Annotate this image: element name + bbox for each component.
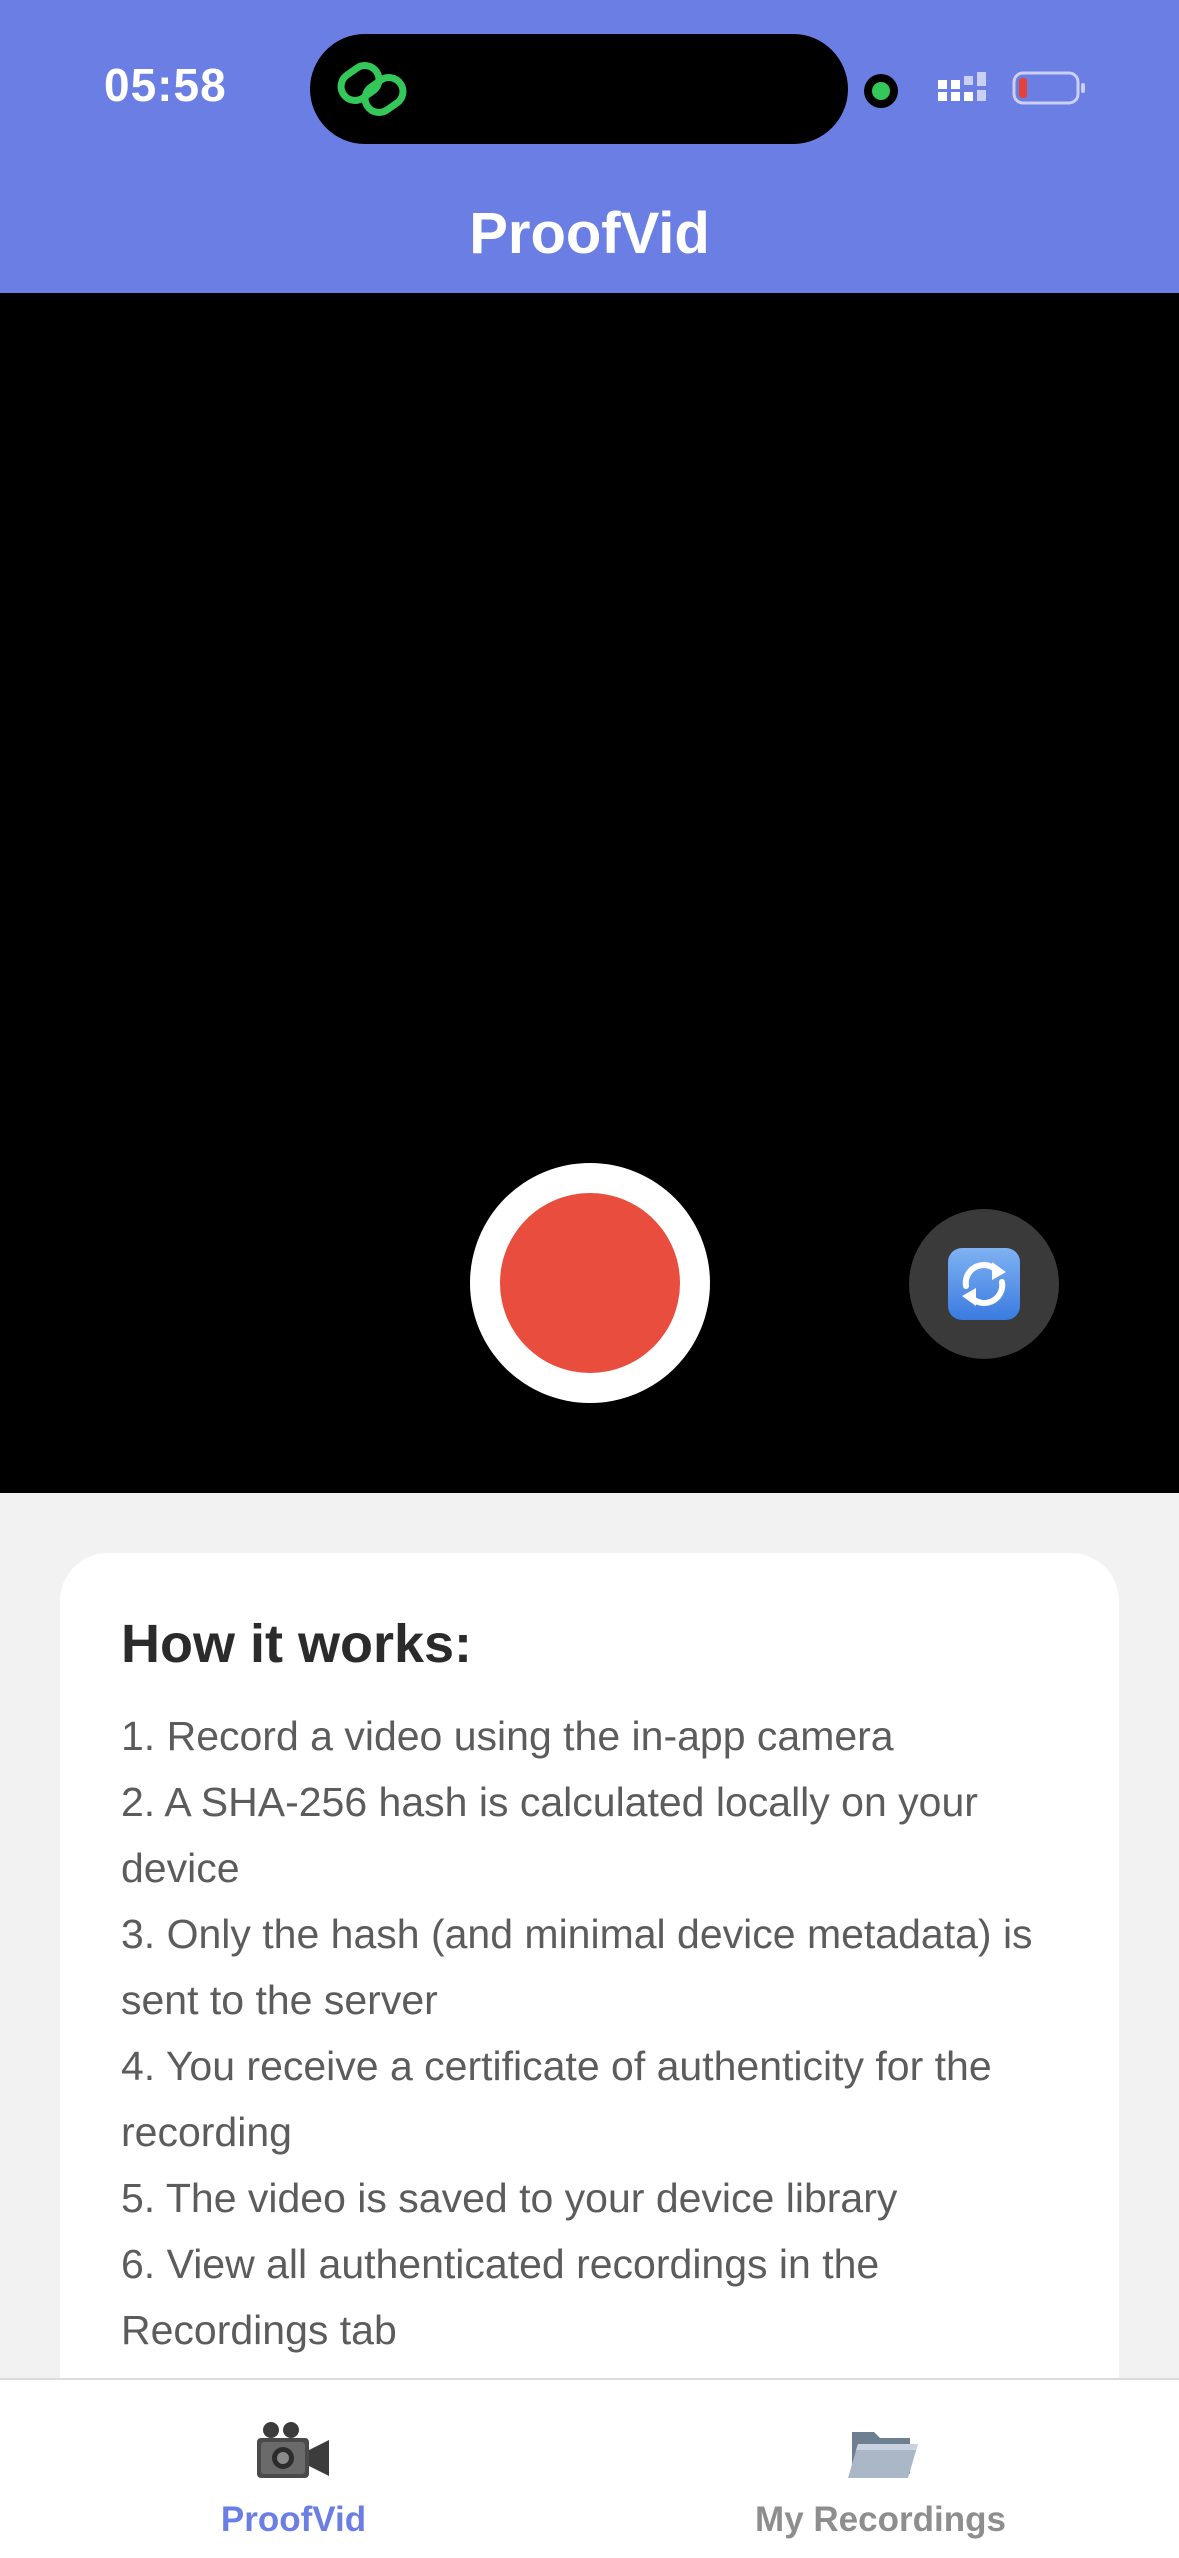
camera-flip-icon xyxy=(948,1248,1020,1320)
list-item: 3. Only the hash (and minimal device met… xyxy=(121,1911,1033,2023)
camera-in-use-indicator xyxy=(864,74,898,108)
link-icon xyxy=(337,62,407,116)
tab-my-recordings[interactable]: My Recordings xyxy=(590,2380,1179,2558)
steps-list: 1. Record a video using the in-app camer… xyxy=(121,1703,1081,2363)
list-item: 4. You receive a certificate of authenti… xyxy=(121,2043,992,2155)
tab-proofvid[interactable]: ProofVid xyxy=(0,2380,589,2558)
camera-preview xyxy=(0,293,1179,1493)
dynamic-island xyxy=(310,34,848,144)
list-item: 5. The video is saved to your device lib… xyxy=(121,2175,898,2221)
record-button[interactable] xyxy=(470,1163,710,1403)
cellular-signal-icon xyxy=(938,72,986,101)
tab-label: My Recordings xyxy=(755,2500,1006,2539)
folder-icon xyxy=(848,2432,918,2478)
flip-camera-button[interactable] xyxy=(909,1209,1059,1359)
card-title: How it works: xyxy=(121,1614,473,1674)
list-item: 2. A SHA-256 hash is calculated locally … xyxy=(121,1779,978,1891)
app-header: 05:58 ProofVid xyxy=(0,0,1179,293)
tab-bar: ProofVid My Recordings xyxy=(0,2378,1179,2558)
list-item: 1. Record a video using the in-app camer… xyxy=(121,1713,894,1759)
list-item: 6. View all authenticated recordings in … xyxy=(121,2241,880,2353)
tab-label: ProofVid xyxy=(220,2500,367,2539)
battery-icon xyxy=(1012,71,1085,105)
status-time: 05:58 xyxy=(104,59,227,111)
record-icon xyxy=(500,1193,680,1373)
video-camera-icon xyxy=(257,2422,329,2478)
page-title: ProofVid xyxy=(469,201,710,266)
